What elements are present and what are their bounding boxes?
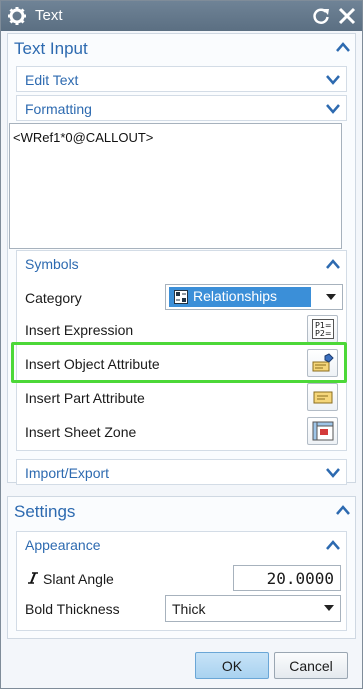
text-input-group: Text Input Edit Text Formatting Symbols bbox=[7, 33, 356, 485]
insert-part-attribute-button[interactable] bbox=[307, 383, 338, 411]
symbols-header[interactable]: Symbols bbox=[17, 251, 346, 277]
window-title: Text bbox=[35, 7, 63, 24]
text-dialog: Text Text Input Edit Text Formatting Sym… bbox=[0, 0, 363, 689]
settings-title: Settings bbox=[14, 502, 76, 521]
dropdown-arrow-icon bbox=[326, 294, 336, 300]
insert-sheet-zone-label: Insert Sheet Zone bbox=[25, 424, 137, 440]
chevron-down-icon[interactable] bbox=[326, 75, 340, 85]
appearance-header[interactable]: Appearance bbox=[17, 532, 346, 558]
bold-thickness-label: Bold Thickness bbox=[25, 601, 120, 617]
expression-icon: P1= P2= bbox=[312, 319, 334, 339]
svg-text:P2=: P2= bbox=[315, 329, 332, 338]
italic-icon bbox=[28, 572, 38, 584]
reset-icon[interactable] bbox=[311, 6, 331, 26]
formatting-panel[interactable]: Formatting bbox=[16, 95, 347, 121]
symbols-title: Symbols bbox=[25, 256, 79, 272]
bold-thickness-value: Thick bbox=[172, 601, 206, 617]
slant-angle-label: Slant Angle bbox=[43, 571, 114, 587]
insert-expression-label: Insert Expression bbox=[25, 322, 134, 338]
cancel-button[interactable]: Cancel bbox=[274, 652, 348, 679]
slant-angle-input[interactable]: 20.0000 bbox=[233, 565, 341, 591]
chevron-down-icon[interactable] bbox=[326, 468, 340, 478]
chevron-up-icon[interactable] bbox=[326, 540, 340, 550]
part-attribute-icon bbox=[313, 391, 333, 404]
edit-text-title: Edit Text bbox=[25, 72, 79, 88]
category-selected: Relationships bbox=[169, 287, 311, 307]
settings-header[interactable]: Settings bbox=[8, 497, 355, 527]
close-icon[interactable] bbox=[337, 6, 357, 26]
insert-expression-button[interactable]: P1= P2= bbox=[307, 315, 338, 343]
object-attribute-icon bbox=[312, 353, 334, 372]
category-select[interactable]: Relationships bbox=[165, 284, 343, 310]
cancel-label: Cancel bbox=[289, 658, 333, 674]
bold-thickness-select[interactable]: Thick bbox=[165, 595, 341, 622]
dropdown-arrow-icon bbox=[324, 605, 334, 611]
appearance-title: Appearance bbox=[25, 537, 101, 553]
chevron-up-icon[interactable] bbox=[326, 259, 340, 269]
import-export-panel[interactable]: Import/Export bbox=[16, 459, 347, 485]
insert-object-attribute-button[interactable] bbox=[307, 349, 338, 377]
insert-object-attribute-label: Insert Object Attribute bbox=[25, 356, 160, 372]
insert-part-attribute-label: Insert Part Attribute bbox=[25, 390, 145, 406]
chevron-down-icon[interactable] bbox=[326, 104, 340, 114]
slant-angle-value: 20.0000 bbox=[266, 569, 334, 588]
import-export-title: Import/Export bbox=[25, 465, 110, 481]
gear-icon[interactable] bbox=[7, 6, 27, 26]
formatting-title: Formatting bbox=[25, 101, 92, 117]
chevron-up-icon[interactable] bbox=[336, 505, 350, 515]
edit-text-panel[interactable]: Edit Text bbox=[16, 66, 347, 92]
title-bar: Text bbox=[1, 1, 362, 31]
insert-sheet-zone-button[interactable] bbox=[307, 417, 338, 445]
sheet-zone-icon bbox=[312, 421, 334, 441]
text-input-header[interactable]: Text Input bbox=[8, 34, 355, 64]
category-value: Relationships bbox=[193, 288, 278, 304]
relationships-icon bbox=[174, 290, 188, 304]
ok-button[interactable]: OK bbox=[195, 652, 269, 679]
category-label: Category bbox=[25, 290, 82, 306]
text-editor-content: <WRef1*0@CALLOUT> bbox=[13, 130, 154, 145]
text-editor[interactable]: <WRef1*0@CALLOUT> bbox=[9, 123, 342, 249]
chevron-up-icon[interactable] bbox=[336, 42, 350, 52]
ok-label: OK bbox=[221, 658, 243, 674]
text-input-title: Text Input bbox=[14, 39, 88, 58]
